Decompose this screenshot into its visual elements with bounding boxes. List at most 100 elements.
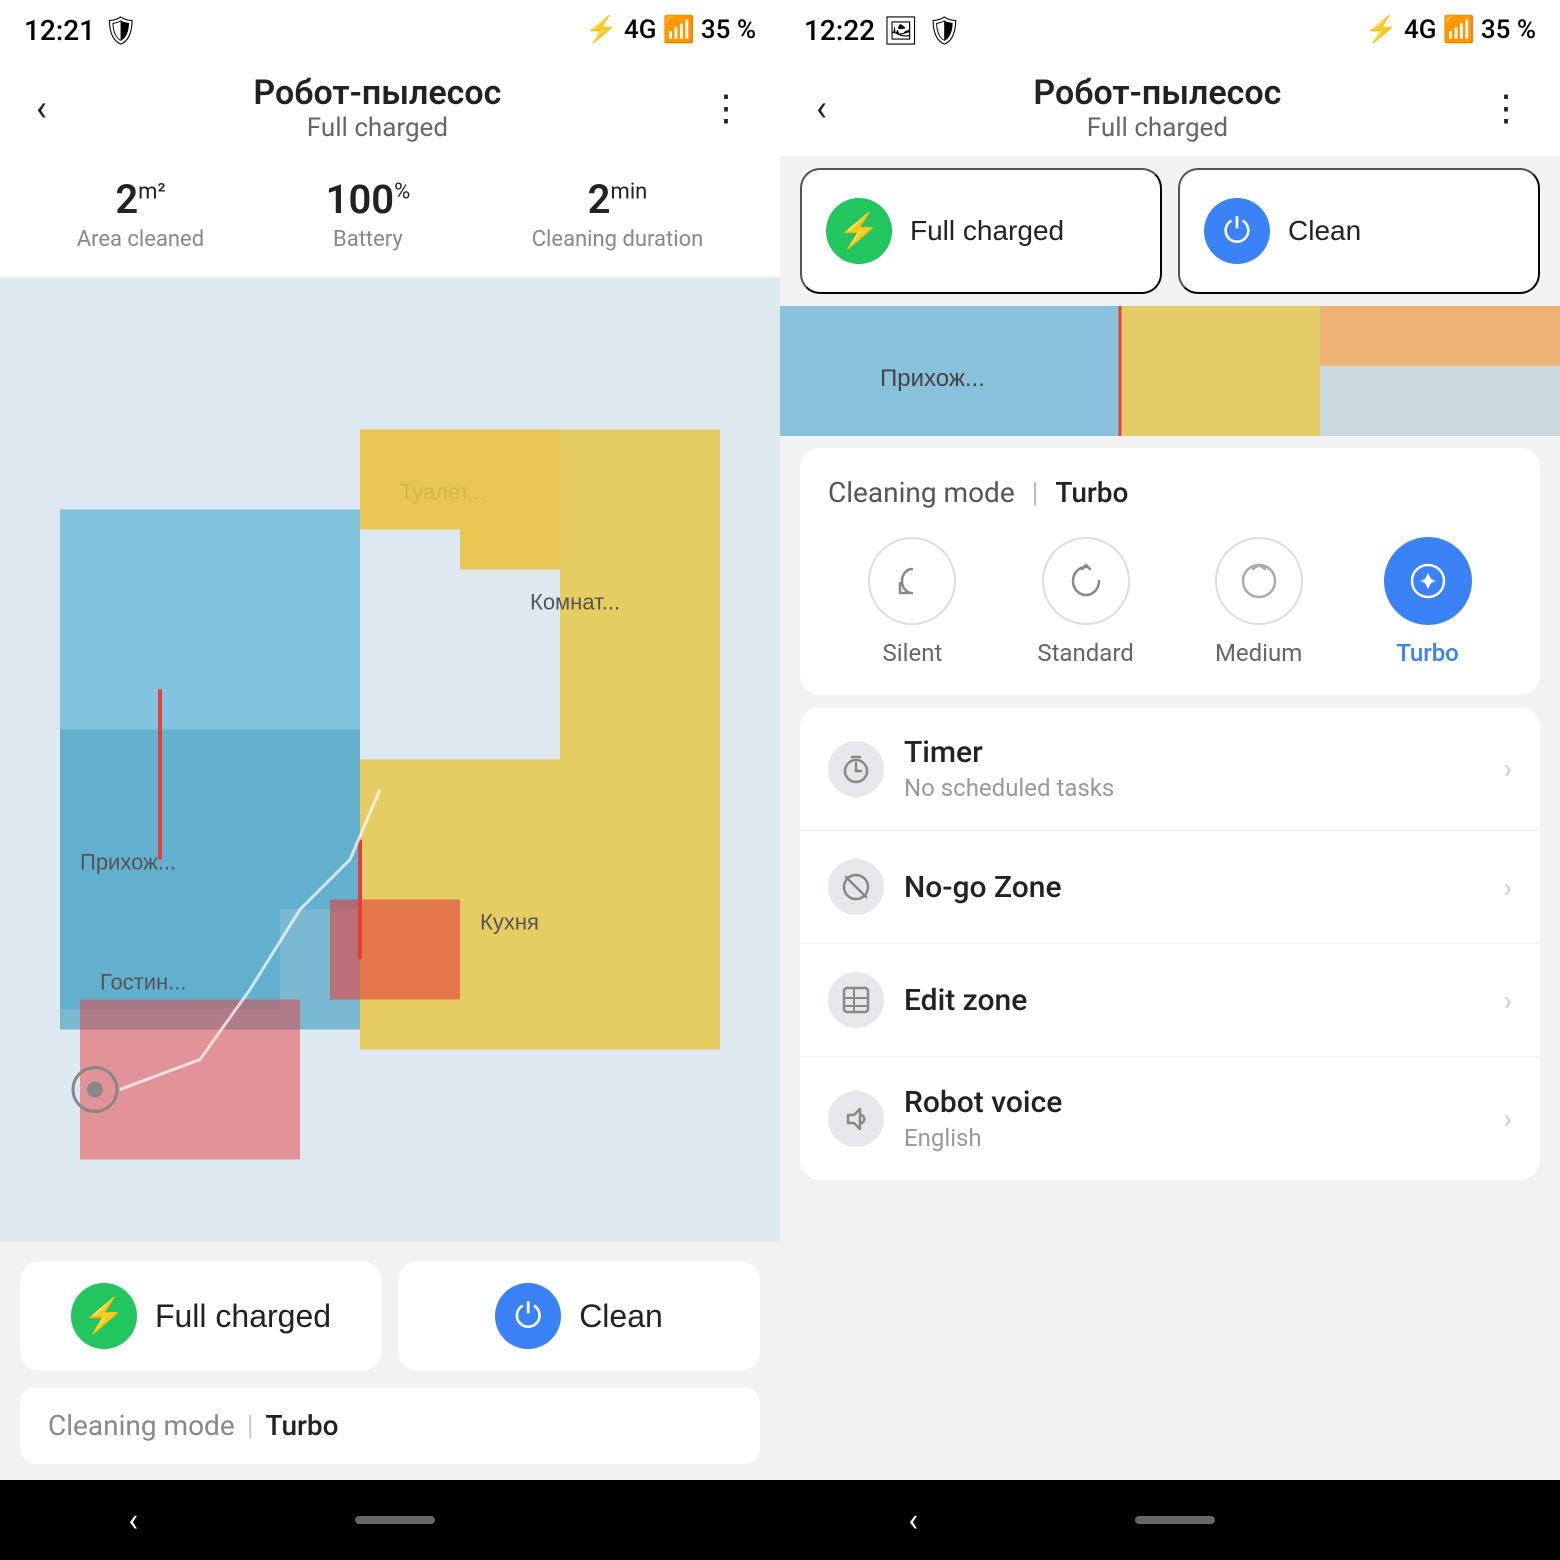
back-button-left[interactable]: ‹ [28,79,55,137]
edit-zone-title: Edit zone [904,983,1484,1018]
turbo-label: Turbo [1396,639,1459,667]
battery-right: 35 % [1481,15,1536,45]
stat-area-label: Area cleaned [77,227,204,252]
page-title-left: Робот-пылесос [253,73,501,113]
medium-label: Medium [1215,639,1302,667]
turbo-icon [1384,537,1472,625]
signal-bars-left: 📶 [662,15,694,45]
medium-icon [1215,537,1303,625]
power-icon-left: ⏻ [495,1283,561,1349]
map-strip-right[interactable]: Прихож... [780,306,1560,436]
nav-bar-right: ‹ [780,1480,1560,1560]
edit-zone-chevron: › [1504,984,1512,1017]
silent-label: Silent [883,639,943,667]
stat-battery-label: Battery [326,227,411,252]
cleaning-mode-bar-left[interactable]: Cleaning mode | Turbo [20,1387,760,1464]
more-button-right[interactable]: ⋮ [1480,79,1532,137]
stat-area: 2m² Area cleaned [77,176,204,252]
standard-label: Standard [1037,639,1133,667]
shield-icon-right: 🛡 [927,14,963,47]
action-buttons-left: ⚡ Full charged ⏻ Clean [20,1261,760,1371]
gallery-icon-right: 🖼 [883,14,919,47]
robot-voice-item[interactable]: Robot voice English › [800,1057,1540,1180]
title-area-left: Робот-пылесос Full charged [253,73,501,143]
signal-right: ⚡ 4G [1365,15,1436,45]
svg-text:Кухня: Кухня [480,910,539,935]
robot-voice-title: Robot voice [904,1085,1484,1120]
timer-title: Timer [904,735,1484,770]
stats-row: 2m² Area cleaned 100% Battery 2min Clean… [0,156,780,276]
settings-list-right: Timer No scheduled tasks › No-go Zone › [800,707,1540,1180]
stat-battery: 100% Battery [326,176,411,252]
mode-label-left: Cleaning mode [48,1409,235,1442]
nav-back-left[interactable]: ‹ [88,1489,178,1551]
full-charged-button-left[interactable]: ⚡ Full charged [20,1261,382,1371]
mode-val-left: Turbo [266,1409,339,1442]
shield-icon-left: 🛡 [103,14,139,47]
page-title-right: Робот-пылесос [1033,73,1281,113]
time-right: 12:22 [804,14,875,47]
right-panel: 12:22 🖼 🛡 ⚡ 4G 📶 35 % ‹ Робот-пылесос Fu… [780,0,1560,1560]
stat-duration: 2min Cleaning duration [532,176,704,252]
nogo-icon [828,859,884,915]
clean-button-right[interactable]: ⏻ Clean [1178,168,1540,294]
standard-icon [1042,537,1130,625]
clean-label-right: Clean [1288,215,1361,247]
power-icon-right: ⏻ [1204,198,1270,264]
mode-standard[interactable]: Standard [1037,537,1133,667]
nav-back-right[interactable]: ‹ [868,1489,958,1551]
mode-medium[interactable]: Medium [1215,537,1303,667]
left-panel: 12:21 🛡 ⚡ 4G 📶 35 % ‹ Робот-пылесос Full… [0,0,780,1560]
robot-voice-text: Robot voice English [904,1085,1484,1152]
time-left: 12:21 [24,14,95,47]
status-bar-right: 12:22 🖼 🛡 ⚡ 4G 📶 35 % [780,0,1560,60]
cm-label-right: Cleaning mode [828,476,1015,509]
signal-left: ⚡ 4G [585,15,656,45]
timer-chevron: › [1504,752,1512,785]
back-button-right[interactable]: ‹ [808,79,835,137]
status-bar-left: 12:21 🛡 ⚡ 4G 📶 35 % [0,0,780,60]
robot-voice-icon [828,1091,884,1147]
signal-bars-right: 📶 [1442,15,1474,45]
stat-duration-label: Cleaning duration [532,227,704,252]
nogo-title: No-go Zone [904,870,1484,905]
mode-silent[interactable]: Silent [868,537,956,667]
robot-voice-subtitle: English [904,1124,1484,1152]
timer-item[interactable]: Timer No scheduled tasks › [800,707,1540,831]
nav-home-pill-right [1135,1516,1215,1524]
cm-value-right: Turbo [1055,476,1128,509]
scroll-content-right: ⚡ Full charged ⏻ Clean Прихож... Cleanin… [780,156,1560,1480]
timer-text: Timer No scheduled tasks [904,735,1484,802]
map-area-left[interactable]: Туалет... Комнат... Гостин... Кухня Прих… [0,278,780,1241]
nav-home-pill-left [355,1516,435,1524]
edit-zone-text: Edit zone [904,983,1484,1018]
full-charged-button-right[interactable]: ⚡ Full charged [800,168,1162,294]
mode-turbo[interactable]: Turbo [1384,537,1472,667]
nogo-zone-item[interactable]: No-go Zone › [800,831,1540,944]
full-charged-label-right: Full charged [910,215,1064,247]
top-bar-right: ‹ Робот-пылесос Full charged ⋮ [780,60,1560,156]
nav-bar-left: ‹ [0,1480,780,1560]
nogo-chevron: › [1504,871,1512,904]
mode-sep-left: | [247,1409,254,1442]
charged-icon-left: ⚡ [71,1283,137,1349]
svg-text:Прихож...: Прихож... [880,365,985,392]
bottom-section-left: ⚡ Full charged ⏻ Clean Cleaning mode | T… [0,1241,780,1480]
svg-text:Гостин...: Гостин... [100,970,187,995]
full-charged-label-left: Full charged [155,1298,331,1335]
action-card-right: ⚡ Full charged ⏻ Clean [800,168,1540,294]
page-subtitle-left: Full charged [253,113,501,143]
timer-icon [828,741,884,797]
page-subtitle-right: Full charged [1033,113,1281,143]
edit-zone-icon [828,972,884,1028]
nogo-text: No-go Zone [904,870,1484,905]
more-button-left[interactable]: ⋮ [700,79,752,137]
svg-text:Комнат...: Комнат... [530,590,620,615]
silent-icon [868,537,956,625]
charged-icon-right: ⚡ [826,198,892,264]
clean-button-left[interactable]: ⏻ Clean [398,1261,760,1371]
edit-zone-item[interactable]: Edit zone › [800,944,1540,1057]
robot-voice-chevron: › [1504,1102,1512,1135]
cleaning-mode-card-right: Cleaning mode | Turbo Silent Standard [800,448,1540,695]
mode-options-right: Silent Standard Medium [828,537,1512,667]
